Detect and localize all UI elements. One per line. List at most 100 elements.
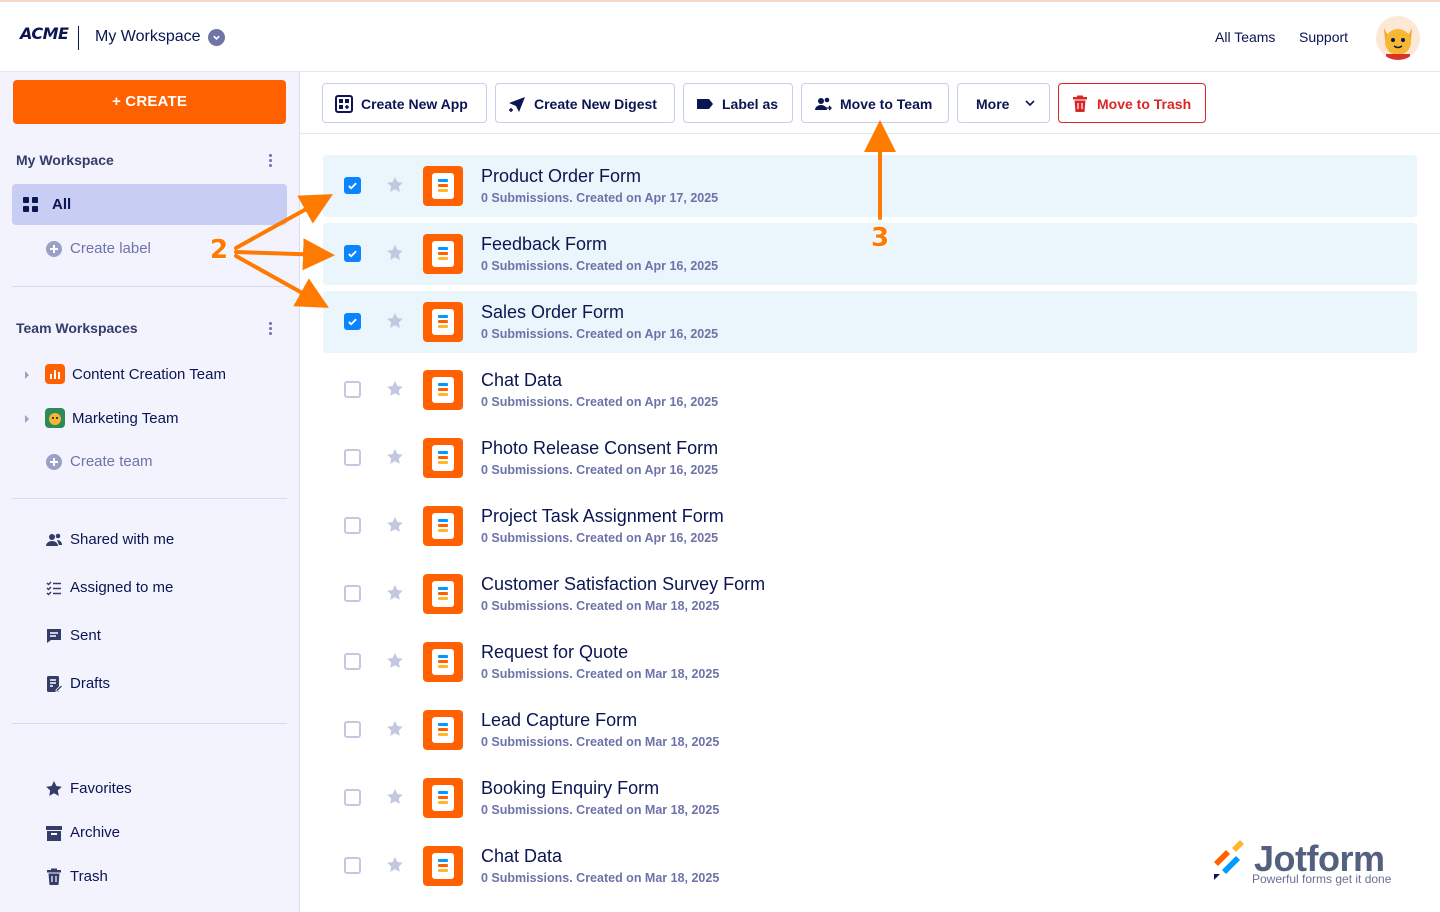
form-meta: 0 Submissions. Created on Apr 16, 2025 xyxy=(481,395,719,409)
create-team-button[interactable]: Create team xyxy=(0,447,300,477)
move-to-team-button[interactable]: Move to Team xyxy=(801,83,949,123)
more-button[interactable]: More xyxy=(957,83,1050,123)
checklist-icon xyxy=(45,579,63,597)
move-to-trash-button[interactable]: Move to Trash xyxy=(1058,83,1206,123)
sidebar-item-label: Trash xyxy=(70,868,108,885)
form-icon[interactable] xyxy=(423,234,463,274)
form-row[interactable]: Customer Satisfaction Survey Form 0 Submi… xyxy=(323,563,1417,625)
form-icon[interactable] xyxy=(423,710,463,750)
select-checkbox[interactable] xyxy=(344,313,361,330)
message-icon xyxy=(45,627,63,645)
favorite-star-icon[interactable] xyxy=(386,856,404,874)
form-title[interactable]: Chat Data xyxy=(481,370,562,391)
form-meta: 0 Submissions. Created on Mar 18, 2025 xyxy=(481,871,720,885)
form-icon[interactable] xyxy=(423,846,463,886)
favorite-star-icon[interactable] xyxy=(386,244,404,262)
chevron-down-icon[interactable] xyxy=(208,29,225,46)
select-checkbox[interactable] xyxy=(344,789,361,806)
form-icon[interactable] xyxy=(423,166,463,206)
form-icon[interactable] xyxy=(423,778,463,818)
form-row[interactable]: Product Order Form 0 Submissions. Created… xyxy=(323,155,1417,217)
form-row[interactable]: Lead Capture Form 0 Submissions. Created … xyxy=(323,699,1417,761)
divider xyxy=(12,498,287,499)
form-icon[interactable] xyxy=(423,302,463,342)
acme-logo[interactable]: ACME xyxy=(20,24,69,43)
create-label-button[interactable]: Create label xyxy=(0,234,300,264)
sidebar-item-all[interactable]: All xyxy=(12,184,287,225)
select-checkbox[interactable] xyxy=(344,585,361,602)
form-title[interactable]: Chat Data xyxy=(481,846,562,867)
form-title[interactable]: Feedback Form xyxy=(481,234,607,255)
team-more-icon[interactable] xyxy=(264,320,276,338)
favorite-star-icon[interactable] xyxy=(386,312,404,330)
favorite-star-icon[interactable] xyxy=(386,176,404,194)
form-title[interactable]: Request for Quote xyxy=(481,642,628,663)
form-title[interactable]: Booking Enquiry Form xyxy=(481,778,659,799)
sidebar-item-label: Assigned to me xyxy=(70,579,174,596)
form-row[interactable]: Sales Order Form 0 Submissions. Created o… xyxy=(323,291,1417,353)
form-row[interactable]: Feedback Form 0 Submissions. Created on A… xyxy=(323,223,1417,285)
support-link[interactable]: Support xyxy=(1299,29,1348,45)
form-row[interactable]: Photo Release Consent Form 0 Submissions.… xyxy=(323,427,1417,489)
create-new-digest-button[interactable]: Create New Digest xyxy=(495,83,675,123)
form-row[interactable]: Project Task Assignment Form 0 Submission… xyxy=(323,495,1417,557)
favorite-star-icon[interactable] xyxy=(386,720,404,738)
form-meta: 0 Submissions. Created on Apr 16, 2025 xyxy=(481,259,719,273)
form-title[interactable]: Photo Release Consent Form xyxy=(481,438,718,459)
label-as-button[interactable]: Label as xyxy=(683,83,793,123)
avatar[interactable] xyxy=(1376,16,1420,60)
sidebar-item-trash[interactable]: Trash xyxy=(0,862,300,892)
form-title[interactable]: Product Order Form xyxy=(481,166,641,187)
form-row[interactable]: Chat Data 0 Submissions. Created on Apr 1… xyxy=(323,359,1417,421)
favorite-star-icon[interactable] xyxy=(386,788,404,806)
form-row[interactable]: Booking Enquiry Form 0 Submissions. Creat… xyxy=(323,767,1417,829)
favorite-star-icon[interactable] xyxy=(386,448,404,466)
select-checkbox[interactable] xyxy=(344,245,361,262)
team-name: Content Creation Team xyxy=(72,366,226,383)
select-checkbox[interactable] xyxy=(344,857,361,874)
button-label: More xyxy=(976,96,1010,112)
form-icon[interactable] xyxy=(423,506,463,546)
form-icon[interactable] xyxy=(423,438,463,478)
form-row[interactable]: Request for Quote 0 Submissions. Created … xyxy=(323,631,1417,693)
button-label: Create New Digest xyxy=(534,96,657,112)
draft-icon xyxy=(45,675,64,693)
form-icon[interactable] xyxy=(423,574,463,614)
top-header: ACME My Workspace All Teams Support xyxy=(0,0,1440,72)
create-button[interactable]: + CREATE xyxy=(13,80,286,124)
form-icon[interactable] xyxy=(423,642,463,682)
favorite-star-icon[interactable] xyxy=(386,516,404,534)
form-meta: 0 Submissions. Created on Apr 16, 2025 xyxy=(481,327,719,341)
sidebar-item-sent[interactable]: Sent xyxy=(0,621,300,651)
form-title[interactable]: Sales Order Form xyxy=(481,302,624,323)
sidebar-item-archive[interactable]: Archive xyxy=(0,818,300,848)
select-checkbox[interactable] xyxy=(344,653,361,670)
sidebar-item-content-creation-team[interactable]: Content Creation Team xyxy=(0,360,300,390)
select-checkbox[interactable] xyxy=(344,177,361,194)
all-teams-link[interactable]: All Teams xyxy=(1215,29,1275,45)
favorite-star-icon[interactable] xyxy=(386,380,404,398)
sidebar-item-favorites[interactable]: Favorites xyxy=(0,774,300,804)
plus-circle-icon xyxy=(45,240,63,258)
sidebar-item-drafts[interactable]: Drafts xyxy=(0,669,300,699)
form-title[interactable]: Customer Satisfaction Survey Form xyxy=(481,574,765,595)
sidebar-item-assigned[interactable]: Assigned to me xyxy=(0,573,300,603)
jotform-watermark: Jotform Powerful forms get it done xyxy=(1210,838,1410,888)
create-new-app-button[interactable]: Create New App xyxy=(322,83,487,123)
form-icon[interactable] xyxy=(423,370,463,410)
select-checkbox[interactable] xyxy=(344,381,361,398)
workspace-more-icon[interactable] xyxy=(264,152,276,170)
caret-right-icon[interactable] xyxy=(25,415,29,423)
workspace-title[interactable]: My Workspace xyxy=(95,28,201,46)
sidebar-item-marketing-team[interactable]: Marketing Team xyxy=(0,404,300,434)
sidebar-item-shared[interactable]: Shared with me xyxy=(0,525,300,555)
form-title[interactable]: Project Task Assignment Form xyxy=(481,506,724,527)
select-checkbox[interactable] xyxy=(344,721,361,738)
caret-right-icon[interactable] xyxy=(25,371,29,379)
form-title[interactable]: Lead Capture Form xyxy=(481,710,637,731)
favorite-star-icon[interactable] xyxy=(386,584,404,602)
select-checkbox[interactable] xyxy=(344,517,361,534)
select-checkbox[interactable] xyxy=(344,449,361,466)
favorite-star-icon[interactable] xyxy=(386,652,404,670)
sidebar-item-label: Favorites xyxy=(70,780,132,797)
